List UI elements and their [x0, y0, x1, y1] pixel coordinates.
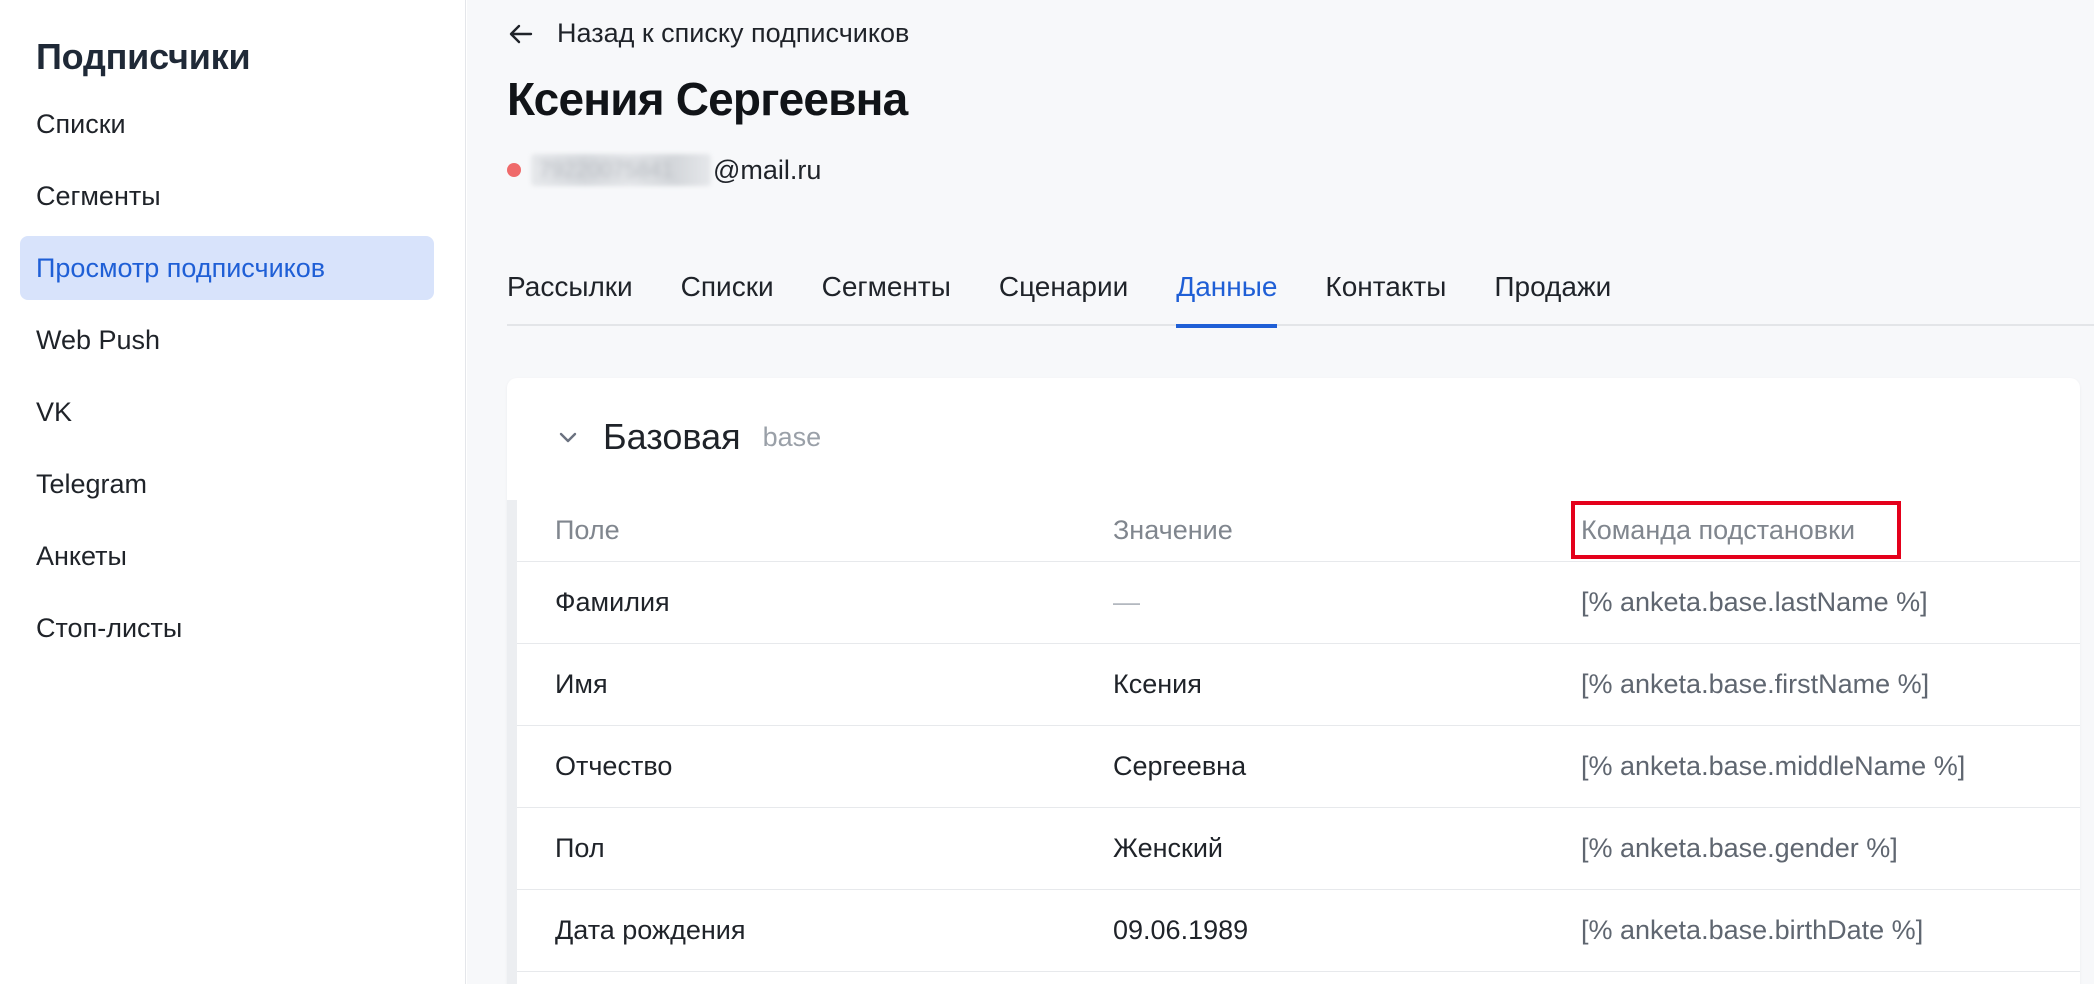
sidebar-item-lists[interactable]: Списки	[20, 92, 434, 156]
tab-segments[interactable]: Сегменты	[822, 256, 951, 326]
main-content: Назад к списку подписчиков Ксения Сергее…	[467, 0, 2094, 984]
sidebar: Подписчики Списки Сегменты Просмотр подп…	[0, 0, 466, 984]
tab-contacts[interactable]: Контакты	[1325, 256, 1446, 326]
table-row: Фамилия — [% anketa.base.lastName %]	[517, 562, 2080, 644]
row-value: Сергеевна	[1113, 751, 1247, 781]
card-header[interactable]: Базовая base	[555, 416, 821, 458]
row-field: Отчество	[555, 751, 673, 781]
email-redacted: 79220075841	[531, 154, 711, 186]
row-field: Дата рождения	[555, 915, 746, 945]
fields-table: Поле Значение Команда подстановки Фамили…	[507, 500, 2080, 984]
table-row: Пол Женский [% anketa.base.gender %]	[517, 808, 2080, 890]
page-title: Ксения Сергеевна	[507, 73, 908, 125]
row-command[interactable]: [% anketa.base.middleName %]	[1581, 751, 1965, 782]
sidebar-title: Подписчики	[36, 36, 251, 77]
email-domain: @mail.ru	[713, 154, 822, 185]
row-command[interactable]: [% anketa.base.gender %]	[1581, 833, 1898, 864]
sidebar-item-web-push[interactable]: Web Push	[20, 308, 434, 372]
row-command[interactable]: [% anketa.base.firstName %]	[1581, 669, 1929, 700]
form-card: Базовая base Поле Значение Команда подст…	[507, 378, 2080, 984]
table-row: Отчество Сергеевна [% anketa.base.middle…	[517, 726, 2080, 808]
row-value: Ксения	[1113, 669, 1202, 699]
arrow-left-icon	[507, 20, 535, 48]
tab-mailings[interactable]: Рассылки	[507, 256, 633, 326]
tab-scenarios[interactable]: Сценарии	[999, 256, 1128, 326]
tab-data[interactable]: Данные	[1176, 256, 1278, 328]
column-header-field: Поле	[555, 515, 620, 545]
sidebar-item-stop-lists[interactable]: Стоп-листы	[20, 596, 434, 660]
highlight-box	[1571, 501, 1901, 559]
row-value: 09.06.1989	[1113, 915, 1249, 945]
status-dot	[507, 163, 521, 177]
sidebar-item-segments[interactable]: Сегменты	[20, 164, 434, 228]
tab-lists[interactable]: Списки	[681, 256, 774, 326]
row-field: Имя	[555, 669, 608, 699]
tabs: Рассылки Списки Сегменты Сценарии Данные…	[507, 256, 2094, 328]
sidebar-item-view-subscribers[interactable]: Просмотр подписчиков	[20, 236, 434, 300]
table-row: Имя Ксения [% anketa.base.firstName %]	[517, 644, 2080, 726]
subscriber-email: 79220075841 @mail.ru	[507, 154, 821, 186]
chevron-down-icon[interactable]	[555, 424, 581, 450]
card-title: Базовая	[603, 416, 741, 457]
row-value: Женский	[1113, 833, 1224, 863]
back-link[interactable]: Назад к списку подписчиков	[507, 18, 909, 49]
sidebar-nav: Списки Сегменты Просмотр подписчиков Web…	[20, 92, 434, 668]
sidebar-item-telegram[interactable]: Telegram	[20, 452, 434, 516]
row-field: Пол	[555, 833, 605, 863]
table-row: Дата рождения 09.06.1989 [% anketa.base.…	[517, 890, 2080, 972]
tab-sales[interactable]: Продажи	[1494, 256, 1611, 326]
row-field: Фамилия	[555, 587, 670, 617]
row-command[interactable]: [% anketa.base.lastName %]	[1581, 587, 1928, 618]
sidebar-item-vk[interactable]: VK	[20, 380, 434, 444]
row-command[interactable]: [% anketa.base.birthDate %]	[1581, 915, 1923, 946]
table-header: Поле Значение Команда подстановки	[517, 500, 2080, 562]
card-subtitle: base	[762, 421, 822, 452]
column-header-value: Значение	[1113, 515, 1233, 545]
row-value: —	[1113, 587, 1140, 617]
back-link-label: Назад к списку подписчиков	[557, 18, 910, 48]
sidebar-item-forms[interactable]: Анкеты	[20, 524, 434, 588]
